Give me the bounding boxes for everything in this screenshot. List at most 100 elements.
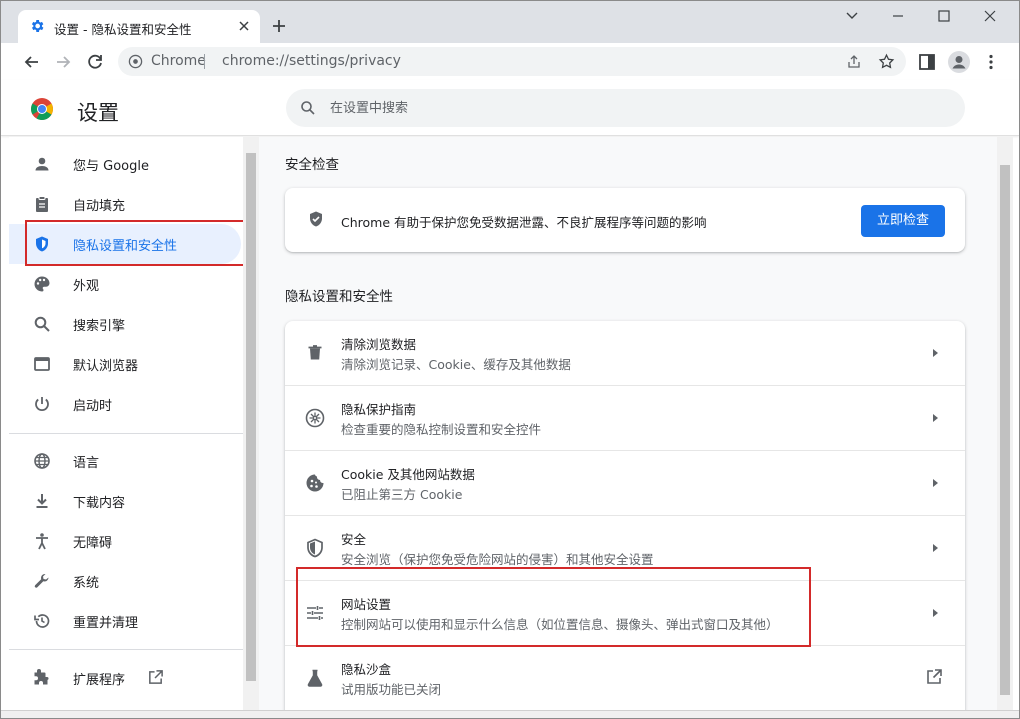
puzzle-icon (34, 669, 49, 685)
shield-check-icon (310, 211, 322, 227)
scrollbar-thumb[interactable] (1000, 165, 1010, 695)
avatar[interactable] (948, 51, 970, 73)
sidebar-item-label: 无障碍 (73, 536, 113, 551)
window-close-icon[interactable] (975, 5, 1005, 27)
star-icon[interactable] (878, 53, 895, 70)
download-icon (36, 494, 48, 508)
trash-icon (308, 345, 322, 360)
row-subtitle: 安全浏览（保护您免受危险网站的侵害）和其他安全设置 (341, 552, 654, 567)
url-text[interactable]: chrome://settings/privacy (222, 53, 401, 69)
flask-icon (307, 669, 323, 687)
more-menu-icon[interactable] (982, 53, 1000, 71)
sidebar-item-label: 默认浏览器 (73, 359, 139, 374)
check-now-button[interactable]: 立即检查 (861, 205, 945, 237)
sidebar-item-label: 重置并清理 (73, 616, 139, 631)
back-arrow-icon[interactable] (21, 51, 43, 73)
sidebar-scrollbar[interactable] (243, 137, 259, 711)
page-title: 设置 (77, 101, 119, 125)
browser-icon (34, 357, 50, 371)
history-icon (34, 614, 50, 628)
row-title: 清除浏览数据 (341, 337, 417, 352)
palette-icon (34, 276, 50, 292)
sidebar-divider (9, 433, 243, 434)
browser-window: 设置 - 隐私设置和安全性 Chrome chrome://settings/p… (0, 0, 1020, 719)
row-title: Cookie 及其他网站数据 (341, 467, 475, 482)
sidebar-item-appearance[interactable]: 外观 (9, 264, 241, 304)
minimize-icon[interactable] (883, 5, 913, 27)
maximize-icon[interactable] (929, 5, 959, 27)
sidebar-item-label: 您与 Google (73, 159, 149, 174)
globe-icon (34, 453, 50, 469)
divider (204, 54, 205, 69)
search-input[interactable] (330, 89, 930, 127)
wrench-icon (34, 573, 49, 588)
sidebar-item-label: 下载内容 (73, 496, 126, 511)
clipboard-icon (36, 196, 48, 212)
reload-icon[interactable] (84, 51, 106, 73)
sidebar-item-on-startup[interactable]: 启动时 (9, 384, 241, 424)
chrome-logo-icon (31, 98, 53, 120)
sidebar-item-you-and-google[interactable]: 您与 Google (9, 144, 241, 184)
settings-search[interactable] (286, 89, 965, 127)
sidebar-item-reset[interactable]: 重置并清理 (9, 601, 241, 641)
sidebar-item-system[interactable]: 系统 (9, 561, 241, 601)
highlight-box (296, 567, 811, 647)
privacy-card: 清除浏览数据 清除浏览记录、Cookie、缓存及其他数据 隐私保护指南 检查重要… (285, 321, 965, 718)
tab-settings[interactable]: 设置 - 隐私设置和安全性 (18, 10, 260, 43)
safety-check-card: Chrome 有助于保护您免受数据泄露、不良扩展程序等问题的影响 立即检查 (285, 188, 965, 252)
cookie-icon (306, 474, 324, 492)
chrome-icon (128, 54, 143, 69)
title-bar: 设置 - 隐私设置和安全性 (1, 1, 1019, 43)
list-item-cookies[interactable]: Cookie 及其他网站数据 已阻止第三方 Cookie (285, 451, 965, 516)
arrow-right-icon (933, 609, 938, 617)
close-icon[interactable] (236, 18, 252, 34)
scrollbar-thumb[interactable] (246, 153, 256, 681)
share-icon[interactable] (846, 54, 862, 70)
arrow-right-icon (933, 349, 938, 357)
sidebar-item-default-browser[interactable]: 默认浏览器 (9, 344, 241, 384)
sidebar-item-label: 系统 (73, 576, 100, 591)
list-item-clear-browsing-data[interactable]: 清除浏览数据 清除浏览记录、Cookie、缓存及其他数据 (285, 321, 965, 386)
power-icon (35, 397, 49, 411)
tab-search-chevron-icon[interactable] (837, 5, 867, 27)
safety-check-heading: 安全检查 (285, 157, 339, 173)
main-scrollbar[interactable] (997, 137, 1013, 711)
sidebar-item-label: 外观 (73, 279, 100, 294)
row-subtitle: 试用版功能已关闭 (341, 682, 442, 697)
row-subtitle: 已阻止第三方 Cookie (341, 487, 463, 502)
side-panel-icon[interactable] (918, 53, 936, 71)
search-icon (34, 316, 50, 332)
highlight-box (25, 220, 251, 266)
sidebar-item-accessibility[interactable]: 无障碍 (9, 521, 241, 561)
row-subtitle: 检查重要的隐私控制设置和安全控件 (341, 422, 542, 437)
site-label: Chrome (151, 53, 206, 69)
shield-icon (307, 538, 323, 558)
compass-icon (305, 408, 325, 428)
privacy-heading: 隐私设置和安全性 (285, 289, 393, 305)
list-item-privacy-guide[interactable]: 隐私保护指南 检查重要的隐私控制设置和安全控件 (285, 386, 965, 451)
sidebar-item-label: 语言 (73, 456, 100, 471)
new-tab-icon[interactable] (269, 16, 289, 36)
sidebar-item-autofill[interactable]: 自动填充 (9, 184, 241, 224)
sidebar-item-extensions[interactable]: 扩展程序 (9, 658, 241, 698)
sidebar-item-label: 搜索引擎 (73, 319, 126, 334)
sidebar-item-label: 扩展程序 (73, 673, 126, 688)
search-icon (301, 101, 315, 115)
external-link-icon (927, 669, 942, 684)
sidebar-item-languages[interactable]: 语言 (9, 441, 241, 481)
address-bar[interactable]: Chrome chrome://settings/privacy (118, 47, 906, 76)
accessibility-icon (36, 533, 48, 550)
arrow-right-icon (933, 544, 938, 552)
toolbar: Chrome chrome://settings/privacy (1, 43, 1019, 80)
sidebar-item-search-engine[interactable]: 搜索引擎 (9, 304, 241, 344)
arrow-right-icon (933, 414, 938, 422)
gear-icon (31, 20, 44, 32)
row-title: 隐私保护指南 (341, 402, 417, 417)
sidebar-divider (9, 649, 243, 650)
sidebar-item-downloads[interactable]: 下载内容 (9, 481, 241, 521)
window-bottom-edge (1, 710, 1019, 718)
safety-check-text: Chrome 有助于保护您免受数据泄露、不良扩展程序等问题的影响 (341, 215, 707, 230)
list-item-privacy-sandbox[interactable]: 隐私沙盒 试用版功能已关闭 (285, 646, 965, 711)
tab-title: 设置 - 隐私设置和安全性 (54, 22, 192, 37)
forward-arrow-icon[interactable] (52, 51, 74, 73)
